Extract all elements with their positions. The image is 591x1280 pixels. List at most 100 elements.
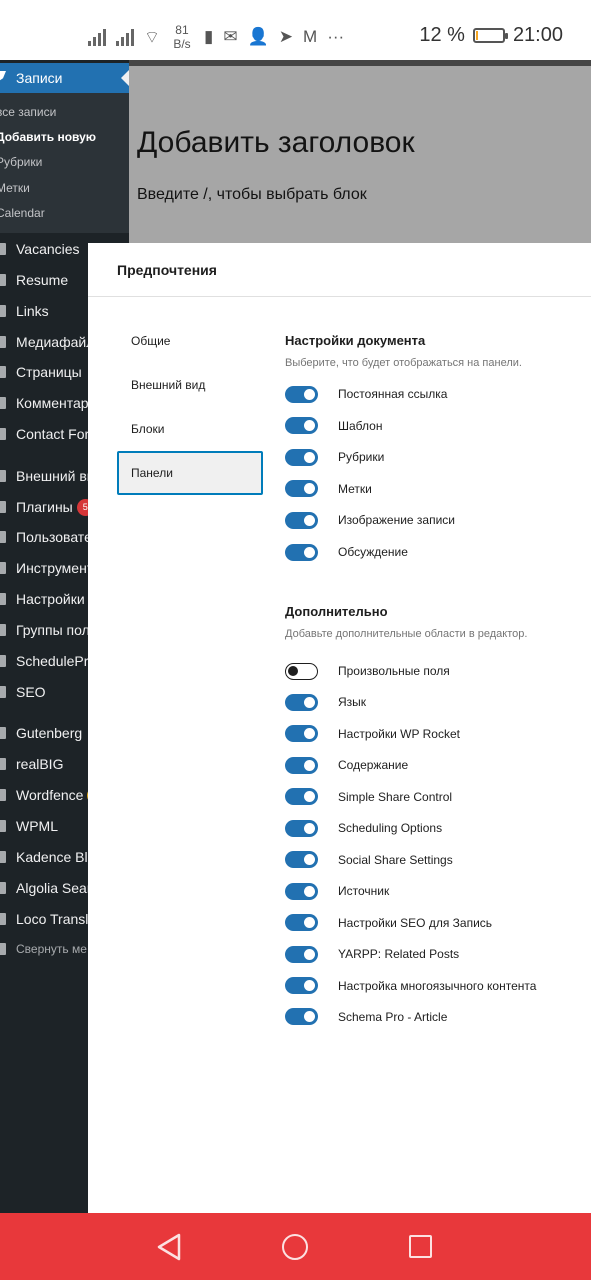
menu-icon <box>0 913 6 925</box>
sidebar-item-label: Настройки <box>16 591 85 607</box>
menu-icon <box>0 727 6 739</box>
toggle-on[interactable] <box>285 693 318 711</box>
sidebar-item-label: Links <box>16 303 49 319</box>
mail-icon: ✉ <box>223 27 238 46</box>
toggle-on[interactable] <box>285 945 318 963</box>
navigation-bar <box>0 1213 591 1280</box>
menu-icon <box>0 531 6 543</box>
status-right: 12 % 21:00 <box>419 24 563 47</box>
menu-icon <box>0 851 6 863</box>
tab-general[interactable]: Общие <box>117 319 263 363</box>
sidebar-item-label: Wordfence <box>16 787 84 803</box>
preferences-modal: Предпочтения Общие Внешний вид Блоки Пан… <box>88 243 591 1213</box>
sidebar-item-label: Gutenberg <box>16 725 83 741</box>
sidebar-item-label: SchedulePre <box>16 653 97 669</box>
additional-title: Дополнительно <box>285 604 388 619</box>
submenu-item-add-new[interactable]: Добавить новую <box>0 130 96 144</box>
option-label: Simple Share Control <box>338 789 453 804</box>
toggle-on[interactable] <box>285 448 318 466</box>
add-person-icon: 👤 <box>247 27 269 46</box>
submenu-item-calendar[interactable]: Calendar <box>0 206 45 220</box>
recents-icon[interactable] <box>409 1235 432 1258</box>
sidebar-item-label: Записи <box>16 70 63 86</box>
menu-icon <box>0 789 6 801</box>
toggle-on[interactable] <box>285 1008 318 1026</box>
menu-icon <box>0 943 6 955</box>
sidebar-item-label: Страницы <box>16 364 82 380</box>
sidebar-item-label: Плагины <box>16 499 73 515</box>
submenu-item-all-posts[interactable]: все записи <box>0 105 56 119</box>
telegram-icon: ➤ <box>278 27 294 46</box>
document-settings-description: Выберите, что будет отображаться на пане… <box>285 357 522 369</box>
panel-option: Scheduling Options <box>285 819 442 837</box>
toggle-on[interactable] <box>285 480 318 498</box>
pushpin-icon <box>0 71 6 83</box>
sidebar-item-posts[interactable]: Записи <box>0 63 129 93</box>
option-label: Настройки SEO для Запись <box>338 915 493 930</box>
wifi-icon: ⌔ <box>144 27 160 47</box>
panel-option: Simple Share Control <box>285 788 452 806</box>
option-label: Источник <box>338 884 390 899</box>
clock: 21:00 <box>512 24 563 46</box>
option-label: Язык <box>338 695 367 710</box>
status-bar: ⌔ 81 B/s ▮ ✉ 👤 ➤ M ··· 12 % 21:00 <box>0 0 591 60</box>
option-label: Schema Pro - Article <box>338 1009 448 1024</box>
menu-icon <box>0 274 6 286</box>
panel-option: Произвольные поля <box>285 662 450 680</box>
toggle-on[interactable] <box>285 543 318 561</box>
sidebar-item-label: Внешний ви <box>16 468 95 484</box>
panel-option: Язык <box>285 693 366 711</box>
panel-option: Изображение записи <box>285 511 455 529</box>
tab-appearance[interactable]: Внешний вид <box>117 363 263 407</box>
signal-icon <box>116 28 134 46</box>
panel-option: Настройки SEO для Запись <box>285 914 492 932</box>
toggle-on[interactable] <box>285 819 318 837</box>
option-label: Произвольные поля <box>338 664 450 678</box>
option-label: Scheduling Options <box>338 821 443 836</box>
menu-icon <box>0 243 6 255</box>
toggle-on[interactable] <box>285 417 318 435</box>
battery-percent: 12 % <box>419 24 465 46</box>
menu-icon <box>0 820 6 832</box>
battery-alert-icon: ▮ <box>203 27 214 46</box>
tab-blocks[interactable]: Блоки <box>117 407 263 451</box>
home-icon[interactable] <box>282 1234 308 1260</box>
toggle-on[interactable] <box>285 756 318 774</box>
menu-icon <box>0 305 6 317</box>
toggle-on[interactable] <box>285 914 318 932</box>
submenu-item-categories[interactable]: Рубрики <box>0 155 42 169</box>
option-label: Постоянная ссылка <box>338 387 448 401</box>
sidebar-item-label: SEO <box>16 684 46 700</box>
sidebar-item-label: Медиафайл <box>16 334 95 350</box>
modal-header: Предпочтения <box>88 243 591 297</box>
submenu-item-tags[interactable]: Метки <box>0 181 30 195</box>
toggle-on[interactable] <box>285 511 318 529</box>
panel-option: Настройка многоязычного контента <box>285 977 536 995</box>
tab-panels[interactable]: Панели <box>117 451 263 495</box>
toggle-on[interactable] <box>285 385 318 403</box>
panel-option: Настройки WP Rocket <box>285 725 460 743</box>
panel-option: Содержание <box>285 756 408 774</box>
toggle-on[interactable] <box>285 977 318 994</box>
sidebar-item-label: Инструмент <box>16 560 94 576</box>
network-speed-unit: B/s <box>173 37 191 51</box>
menu-icon <box>0 366 6 378</box>
toggle-off[interactable] <box>285 662 318 680</box>
back-icon[interactable] <box>156 1233 182 1261</box>
menu-icon <box>0 470 6 482</box>
panel-option: Постоянная ссылка <box>285 385 447 403</box>
additional-description: Добавьте дополнительные области в редакт… <box>285 628 528 640</box>
option-label: YARPP: Related Posts <box>338 947 460 962</box>
sidebar-submenu: все записи Добавить новую Рубрики Метки … <box>0 93 129 233</box>
panel-option: Метки <box>285 480 372 498</box>
panel-option: YARPP: Related Posts <box>285 945 459 963</box>
network-speed-value: 81 <box>175 23 189 37</box>
toggle-on[interactable] <box>285 882 318 900</box>
toggle-on[interactable] <box>285 788 318 806</box>
toggle-on[interactable] <box>285 851 318 869</box>
panel-option: Schema Pro - Article <box>285 1008 447 1026</box>
option-label: Настройки WP Rocket <box>338 726 460 741</box>
menu-icon <box>0 758 6 770</box>
battery-icon <box>472 28 508 43</box>
toggle-on[interactable] <box>285 725 318 743</box>
